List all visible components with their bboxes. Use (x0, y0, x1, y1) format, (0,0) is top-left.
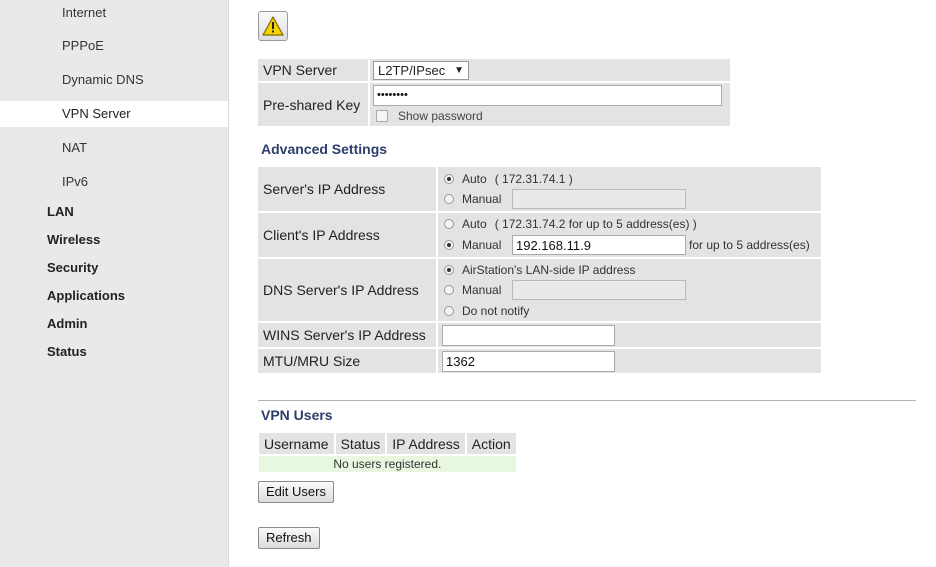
sidebar-item-admin[interactable]: Admin (47, 314, 87, 334)
section-divider (258, 400, 916, 401)
column-header-action: Action (471, 435, 511, 452)
vpn-users-table: Username Status IP Address Action No use… (259, 433, 516, 472)
server-ip-auto-info: ( 172.31.74.1 ) (494, 171, 573, 186)
advanced-settings-table: Server's IP Address Auto ( 172.31.74.1 )… (258, 167, 821, 375)
server-ip-manual-radio[interactable] (444, 193, 454, 204)
dns-ip-manual-label: Manual (462, 283, 502, 297)
mtu-input[interactable]: 1362 (442, 350, 615, 372)
show-password-checkbox[interactable] (376, 110, 388, 122)
sidebar-item-nat[interactable]: NAT (0, 135, 228, 161)
refresh-button[interactable]: Refresh (258, 527, 320, 549)
client-ip-auto-info: ( 172.31.74.2 for up to 5 address(es) ) (494, 217, 697, 231)
client-ip-suffix: for up to 5 address(es) (689, 237, 810, 252)
server-ip-auto-label: Auto (462, 171, 487, 186)
sidebar-item-pppoe[interactable]: PPPoE (0, 33, 228, 59)
client-ip-manual-label: Manual (462, 237, 502, 252)
sidebar-item-wireless[interactable]: Wireless (47, 230, 100, 250)
sidebar-item-internet[interactable]: Internet (0, 0, 228, 26)
column-header-username: Username (259, 433, 336, 454)
dns-ip-label: DNS Server's IP Address (258, 259, 438, 323)
psk-label: Pre-shared Key (258, 83, 370, 128)
dns-ip-no-notify-label: Do not notify (462, 303, 530, 318)
sidebar-item-lan[interactable]: LAN (47, 202, 74, 222)
column-header-status: Status (336, 433, 388, 454)
edit-users-button[interactable]: Edit Users (258, 481, 334, 503)
psk-input[interactable]: •••••••• (373, 85, 722, 106)
show-password-label: Show password (398, 109, 483, 123)
vpn-server-select[interactable]: L2TP/IPsec ▼ (373, 60, 469, 80)
vpn-server-table: VPN Server L2TP/IPsec ▼ Pre-shared Key •… (258, 59, 730, 128)
server-ip-auto-radio[interactable] (444, 173, 454, 184)
vpn-server-label: VPN Server (258, 59, 370, 83)
client-ip-label: Client's IP Address (258, 213, 438, 259)
warning-triangle-icon (262, 16, 284, 36)
sidebar-item-dynamic-dns[interactable]: Dynamic DNS (0, 67, 228, 93)
warning-button[interactable] (258, 11, 288, 41)
sidebar-item-applications[interactable]: Applications (47, 286, 125, 306)
empty-users-message: No users registered. (259, 454, 516, 472)
server-ip-manual-label: Manual (462, 191, 502, 206)
main-content: VPN Server L2TP/IPsec ▼ Pre-shared Key •… (229, 0, 936, 567)
dns-ip-manual-input[interactable] (512, 280, 686, 300)
sidebar-item-ipv6[interactable]: IPv6 (0, 169, 228, 195)
client-ip-manual-input[interactable]: 192.168.11.9 (512, 234, 686, 255)
chevron-down-icon: ▼ (454, 64, 464, 76)
sidebar-item-status[interactable]: Status (47, 342, 87, 362)
advanced-settings-title: Advanced Settings (261, 141, 388, 157)
column-header-ip-address: IP Address (387, 433, 467, 454)
vpn-users-title: VPN Users (261, 407, 333, 423)
dns-ip-manual-radio[interactable] (444, 285, 454, 295)
vpn-server-select-value: L2TP/IPsec (378, 62, 446, 78)
wins-ip-input[interactable] (442, 324, 615, 346)
sidebar-item-security[interactable]: Security (47, 258, 98, 278)
dns-ip-lan-radio[interactable] (444, 264, 454, 275)
server-ip-label: Server's IP Address (258, 167, 438, 213)
sidebar-item-vpn-server[interactable]: VPN Server (0, 101, 228, 127)
dns-ip-no-notify-radio[interactable] (444, 305, 454, 316)
client-ip-auto-radio[interactable] (444, 219, 454, 229)
client-ip-auto-label: Auto (462, 217, 487, 231)
sidebar: Internet PPPoE Dynamic DNS VPN Server NA… (0, 0, 229, 567)
mtu-label: MTU/MRU Size (258, 349, 438, 375)
client-ip-manual-radio[interactable] (444, 239, 454, 250)
dns-ip-lan-label: AirStation's LAN-side IP address (462, 262, 636, 277)
wins-ip-label: WINS Server's IP Address (258, 323, 438, 349)
server-ip-manual-input[interactable] (512, 188, 686, 209)
